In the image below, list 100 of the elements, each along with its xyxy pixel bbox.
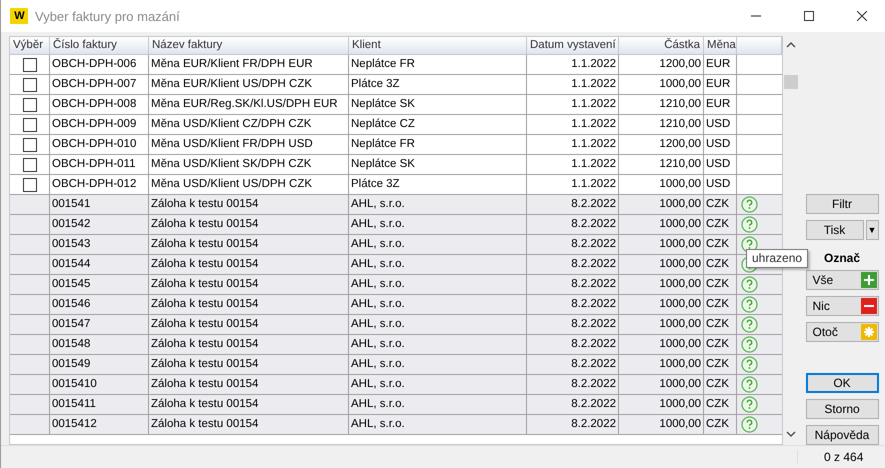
table-cell: 8.2.2022 [527, 375, 619, 394]
mark-button[interactable]: Vše [806, 270, 878, 290]
table-cell: 1000,00 [619, 235, 704, 254]
table-cell: AHL, s.r.o. [349, 335, 527, 354]
table-cell: 001543 [50, 235, 149, 254]
column-header[interactable]: Číslo faktury [50, 37, 149, 54]
table-cell: 1.1.2022 [527, 175, 619, 194]
column-header[interactable]: Měna [704, 37, 737, 54]
table-cell: CZK [704, 355, 737, 374]
table-cell: 1000,00 [619, 315, 704, 334]
table-cell: Měna USD/Klient CZ/DPH CZK [149, 115, 349, 134]
table-cell: Měna USD/Klient FR/DPH USD [149, 135, 349, 154]
dialog-button[interactable]: Storno [806, 399, 878, 419]
table-cell: 1.1.2022 [527, 55, 619, 74]
column-header[interactable]: Výběr [10, 37, 50, 54]
table-cell: AHL, s.r.o. [349, 415, 527, 434]
scroll-down-icon[interactable] [786, 430, 796, 438]
checkbox[interactable] [22, 58, 36, 72]
table-cell: OBCH-DPH-008 [50, 95, 149, 114]
mark-button[interactable]: Otoč [806, 322, 878, 342]
table-cell: Záloha k testu 00154 [149, 355, 349, 374]
checkbox[interactable] [22, 178, 36, 192]
table-cell: Záloha k testu 00154 [149, 395, 349, 414]
table-cell: CZK [704, 375, 737, 394]
table-cell: 1000,00 [619, 195, 704, 214]
print-menu-button[interactable]: ▼ [866, 220, 878, 240]
mark-button[interactable]: Nic [806, 296, 878, 316]
table-cell: 001549 [50, 355, 149, 374]
table-cell: 1000,00 [619, 275, 704, 294]
table-cell: 1.1.2022 [527, 135, 619, 154]
table-cell: OBCH-DPH-010 [50, 135, 149, 154]
table-cell: Neplátce FR [349, 55, 527, 74]
table-cell: 8.2.2022 [527, 235, 619, 254]
table-cell: 8.2.2022 [527, 255, 619, 274]
table-cell: AHL, s.r.o. [349, 395, 527, 414]
print-button[interactable]: Tisk [806, 220, 864, 240]
table-cell: 001548 [50, 335, 149, 354]
dialog-button[interactable]: OK [806, 373, 878, 393]
table-cell: CZK [704, 315, 737, 334]
table-cell: Měna EUR/Reg.SK/Kl.US/DPH EUR [149, 95, 349, 114]
table-cell: Neplátce FR [349, 135, 527, 154]
table-cell: 1000,00 [619, 415, 704, 434]
table-cell: Záloha k testu 00154 [149, 375, 349, 394]
table-cell: 001544 [50, 255, 149, 274]
table-cell: 8.2.2022 [527, 295, 619, 314]
table-cell: CZK [704, 295, 737, 314]
table-cell: 1210,00 [619, 115, 704, 134]
filter-button[interactable]: Filtr [806, 194, 878, 214]
checkbox[interactable] [22, 138, 36, 152]
table-cell: 8.2.2022 [527, 395, 619, 414]
column-header[interactable]: Klient [349, 37, 527, 54]
table-cell: Záloha k testu 00154 [149, 275, 349, 294]
table-cell: OBCH-DPH-012 [50, 175, 149, 194]
table-cell: 0015412 [50, 415, 149, 434]
table-cell: AHL, s.r.o. [349, 295, 527, 314]
table-cell: 001547 [50, 315, 149, 334]
checkbox[interactable] [22, 78, 36, 92]
table-cell: Záloha k testu 00154 [149, 335, 349, 354]
table-cell: CZK [704, 255, 737, 274]
table-cell: Záloha k testu 00154 [149, 255, 349, 274]
table-cell: Neplátce CZ [349, 115, 527, 134]
table-cell: 1200,00 [619, 55, 704, 74]
table-cell: 001546 [50, 295, 149, 314]
table-cell: USD [704, 115, 737, 134]
dialog-button[interactable]: Nápověda [806, 425, 878, 445]
table-cell: EUR [704, 95, 737, 114]
maximize-icon [804, 11, 814, 21]
table-cell: Plátce 3Z [349, 75, 527, 94]
table-cell: 1000,00 [619, 175, 704, 194]
table-cell: 8.2.2022 [527, 415, 619, 434]
table-cell: AHL, s.r.o. [349, 315, 527, 334]
scrollbar-thumb[interactable] [784, 75, 798, 89]
table-cell: CZK [704, 215, 737, 234]
table-cell: CZK [704, 235, 737, 254]
tooltip: uhrazeno [746, 249, 808, 268]
column-header[interactable]: Datum vystavení [527, 37, 619, 54]
checkbox[interactable] [22, 118, 36, 132]
checkbox[interactable] [22, 158, 36, 172]
table-cell: AHL, s.r.o. [349, 195, 527, 214]
scroll-up-icon[interactable] [786, 41, 796, 49]
table-cell: 1210,00 [619, 95, 704, 114]
table-cell: CZK [704, 395, 737, 414]
table-cell: 1000,00 [619, 395, 704, 414]
table-cell: USD [704, 135, 737, 154]
table-cell: 1000,00 [619, 295, 704, 314]
table-cell: 1.1.2022 [527, 75, 619, 94]
table-cell: AHL, s.r.o. [349, 215, 527, 234]
table-cell: Měna USD/Klient US/DPH CZK [149, 175, 349, 194]
checkbox[interactable] [22, 98, 36, 112]
table-cell: 1000,00 [619, 355, 704, 374]
table-cell: Plátce 3Z [349, 175, 527, 194]
column-header[interactable]: Název faktury [149, 37, 349, 54]
table-cell: Záloha k testu 00154 [149, 195, 349, 214]
table-cell: Záloha k testu 00154 [149, 315, 349, 334]
table-cell: 1000,00 [619, 375, 704, 394]
table-cell: 1000,00 [619, 335, 704, 354]
table-cell: OBCH-DPH-006 [50, 55, 149, 74]
window-title: Vyber faktury pro mazání [35, 8, 181, 24]
table-cell: 0015411 [50, 395, 149, 414]
column-header[interactable]: Částka [619, 37, 704, 54]
